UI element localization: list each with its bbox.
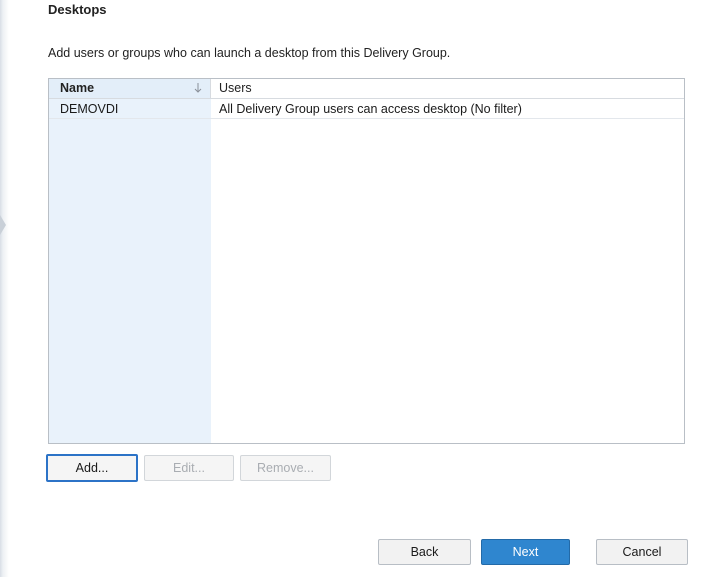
next-button[interactable]: Next xyxy=(481,539,570,565)
table-header: Name Users xyxy=(49,79,684,99)
sort-descending-arrow-icon xyxy=(194,83,202,93)
edit-button[interactable]: Edit... xyxy=(144,455,234,481)
row-users-value: All Delivery Group users can access desk… xyxy=(219,102,522,116)
panel-splitter-notch[interactable] xyxy=(0,215,6,235)
add-button[interactable]: Add... xyxy=(46,454,138,482)
name-column-highlight xyxy=(49,79,211,443)
left-panel-edge xyxy=(0,0,9,577)
column-header-users[interactable]: Users xyxy=(219,81,252,95)
remove-button[interactable]: Remove... xyxy=(240,455,331,481)
cancel-button[interactable]: Cancel xyxy=(596,539,688,565)
table-row[interactable]: DEMOVDI All Delivery Group users can acc… xyxy=(49,99,684,119)
row-desktop-name: DEMOVDI xyxy=(60,102,119,116)
column-header-name[interactable]: Name xyxy=(49,79,211,98)
back-button[interactable]: Back xyxy=(378,539,471,565)
desktops-table[interactable]: Name Users DEMOVDI All Delivery Group us… xyxy=(48,78,685,444)
instructions-text: Add users or groups who can launch a des… xyxy=(48,46,451,60)
page-title: Desktops xyxy=(48,2,107,17)
column-header-name-label: Name xyxy=(60,81,95,95)
